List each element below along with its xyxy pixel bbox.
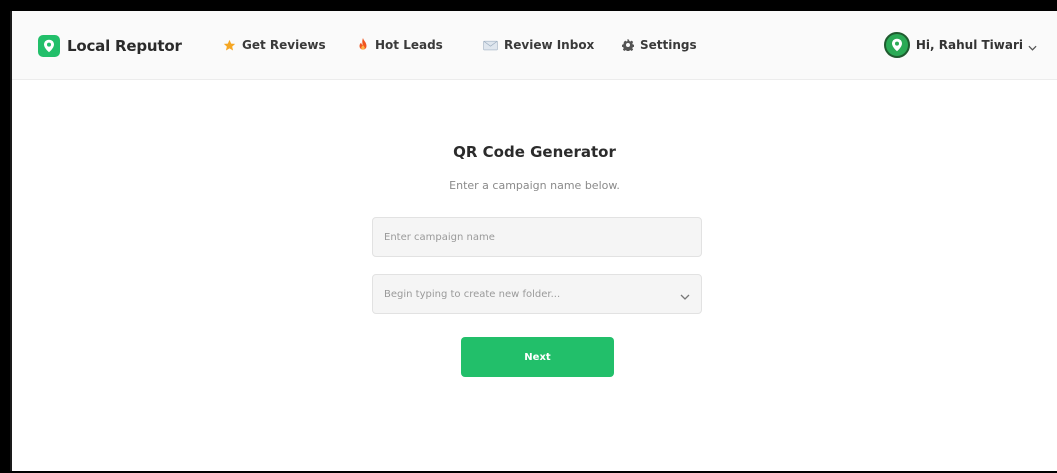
page-subtitle: Enter a campaign name below. <box>449 179 620 192</box>
nav-label: Get Reviews <box>242 38 326 52</box>
app-window: Local Reputor Get Reviews Hot Leads Revi… <box>10 11 1057 471</box>
location-pin-icon <box>38 35 60 57</box>
app-name: Local Reputor <box>67 37 182 55</box>
user-greeting: Hi, Rahul Tiwari <box>915 38 1023 52</box>
gear-icon <box>622 39 634 51</box>
nav-settings[interactable]: Settings <box>622 38 697 52</box>
nav-label: Review Inbox <box>504 38 595 52</box>
envelope-icon <box>483 40 498 51</box>
next-button[interactable]: Next <box>461 337 614 377</box>
user-menu[interactable]: Hi, Rahul Tiwari <box>883 32 1037 58</box>
fire-icon <box>357 38 369 52</box>
nav-review-inbox[interactable]: Review Inbox <box>483 38 594 52</box>
folder-select-placeholder: Begin typing to create new folder... <box>384 288 561 300</box>
nav-get-reviews[interactable]: Get Reviews <box>223 38 326 52</box>
brand[interactable]: Local Reputor <box>38 35 182 57</box>
star-icon <box>223 39 236 52</box>
nav-label: Hot Leads <box>375 38 443 52</box>
avatar <box>883 32 910 58</box>
nav-label: Settings <box>640 38 697 52</box>
nav-hot-leads[interactable]: Hot Leads <box>357 38 443 52</box>
chevron-down-icon <box>680 285 690 304</box>
chevron-down-icon <box>1028 36 1037 55</box>
folder-select[interactable]: Begin typing to create new folder... <box>372 274 702 314</box>
page-title: QR Code Generator <box>453 143 616 161</box>
top-navbar: Local Reputor Get Reviews Hot Leads Revi… <box>12 11 1057 80</box>
campaign-name-input[interactable] <box>372 217 702 257</box>
